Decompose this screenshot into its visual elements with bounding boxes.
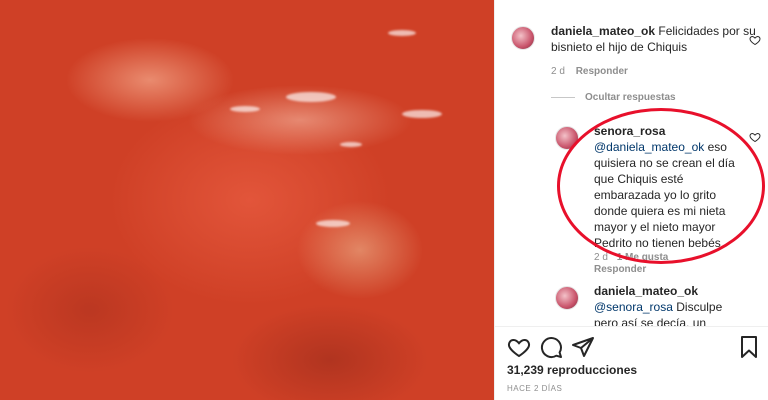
- video-reflection: [230, 106, 260, 112]
- comment-time[interactable]: 2 d: [551, 66, 565, 77]
- video-reflection: [316, 220, 350, 227]
- comments-panel: daniela_mateo_ok Felicidades por su bisn…: [494, 0, 768, 400]
- reply-button[interactable]: Responder: [576, 66, 628, 77]
- likes-count[interactable]: 1 Me gusta: [617, 252, 669, 263]
- video-player[interactable]: [0, 0, 494, 400]
- action-bar: 31,239 reproducciones HACE 2 DÍAS: [495, 326, 768, 400]
- comment-username[interactable]: daniela_mateo_ok: [551, 24, 655, 38]
- divider: [551, 97, 575, 98]
- comment-meta: 2 d Responder: [551, 66, 628, 77]
- hide-replies-label: Ocultar respuestas: [585, 92, 676, 103]
- comment-username[interactable]: senora_rosa: [594, 123, 749, 139]
- bookmark-icon[interactable]: [737, 335, 761, 359]
- comment-body: senora_rosa @daniela_mateo_ok eso quisie…: [594, 123, 749, 251]
- paper-plane-icon[interactable]: [571, 335, 595, 359]
- views-count[interactable]: 31,239 reproducciones: [507, 363, 637, 377]
- comment-mention[interactable]: @senora_rosa: [594, 300, 673, 314]
- comment-time[interactable]: 2 d: [594, 252, 608, 263]
- comments-list: daniela_mateo_ok Felicidades por su bisn…: [495, 0, 768, 326]
- comment-meta: Responder: [594, 264, 646, 275]
- video-reflection: [340, 142, 362, 147]
- avatar[interactable]: [555, 286, 579, 310]
- comment-body: daniela_mateo_ok @senora_rosa Disculpe p…: [594, 283, 749, 326]
- comment-meta: 2 d 1 Me gusta: [594, 252, 668, 263]
- comment-body: daniela_mateo_ok Felicidades por su bisn…: [551, 23, 761, 55]
- comment-username[interactable]: daniela_mateo_ok: [594, 283, 749, 299]
- reply-button[interactable]: Responder: [594, 264, 646, 275]
- comment-text: eso quisiera no se crean el día que Chiq…: [594, 140, 735, 250]
- heart-icon[interactable]: [507, 335, 531, 359]
- video-reflection: [402, 110, 442, 118]
- heart-icon[interactable]: [749, 131, 761, 143]
- video-reflection: [388, 30, 416, 36]
- heart-icon[interactable]: [749, 34, 761, 46]
- comment-mention[interactable]: @daniela_mateo_ok: [594, 140, 704, 154]
- comment-icon[interactable]: [539, 335, 563, 359]
- video-reflection: [286, 92, 336, 102]
- hide-replies-button[interactable]: Ocultar respuestas: [551, 92, 676, 103]
- avatar[interactable]: [555, 126, 579, 150]
- post-date[interactable]: HACE 2 DÍAS: [507, 384, 562, 393]
- avatar[interactable]: [511, 26, 535, 50]
